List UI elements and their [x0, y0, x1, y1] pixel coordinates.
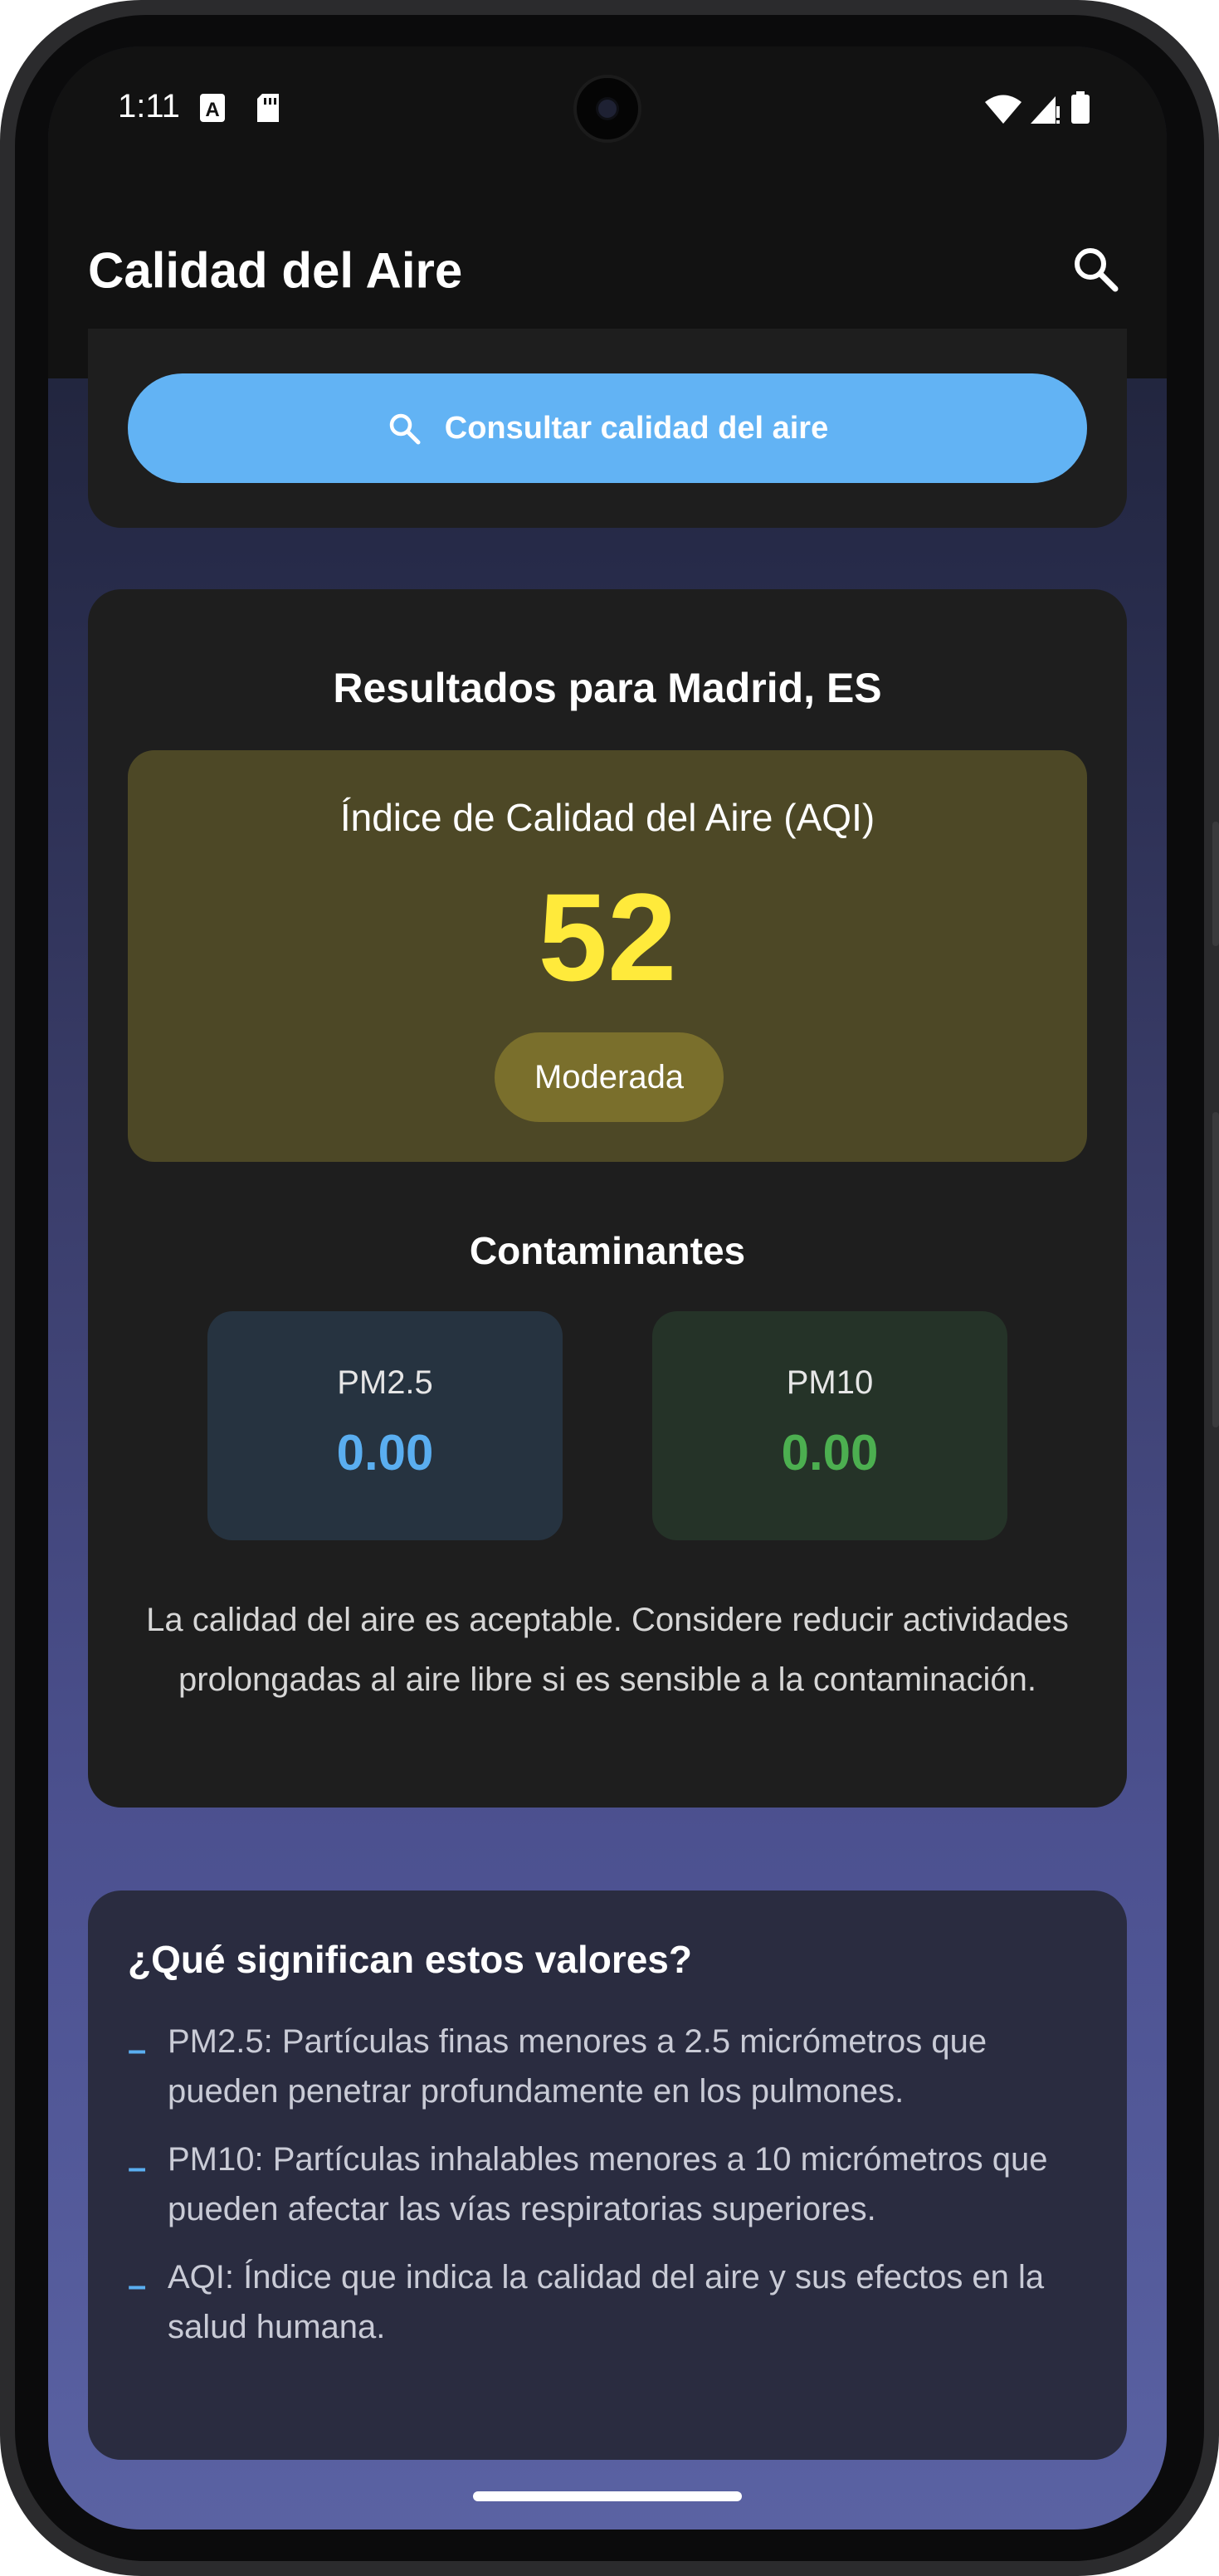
list-item: – PM2.5: Partículas finas menores a 2.5 …: [128, 2017, 1090, 2116]
app-title: Calidad del Aire: [88, 242, 463, 299]
screen: 1:11 A Calidad del Aire Consultar calida…: [48, 46, 1167, 2530]
pollutant-value: 0.00: [336, 1425, 434, 1481]
bullet-dash: –: [128, 2267, 147, 2304]
signal-icon: [1031, 96, 1060, 124]
a-icon: A: [200, 94, 225, 122]
bullet-dash: –: [128, 2032, 147, 2068]
advice-text: La calidad del aire es aceptable. Consid…: [146, 1602, 1069, 1698]
volume-button: [1212, 1112, 1219, 1427]
aqi-label: Índice de Calidad del Aire (AQI): [339, 796, 875, 839]
phone-frame: 1:11 A Calidad del Aire Consultar calida…: [0, 0, 1219, 2576]
info-card: ¿Qué significan estos valores? – PM2.5: …: [88, 1891, 1127, 2460]
query-button[interactable]: Consultar calidad del aire: [128, 373, 1087, 483]
battery-icon: [1071, 91, 1090, 124]
pollutant-card-pm10: PM10 0.00: [652, 1311, 1007, 1540]
info-title: ¿Qué significan estos valores?: [128, 1938, 692, 1981]
home-indicator[interactable]: [473, 2491, 742, 2501]
aqi-value: 52: [538, 867, 677, 1007]
search-icon: [389, 413, 421, 445]
bullet-dash: –: [128, 2149, 147, 2186]
aqi-category-badge: Moderada: [495, 1032, 724, 1122]
list-item: – PM10: Partículas inhalables menores a …: [128, 2134, 1090, 2234]
pollutant-value: 0.00: [781, 1425, 879, 1481]
pollutants-title: Contaminantes: [469, 1229, 746, 1272]
list-item-text: PM2.5: Partículas finas menores a 2.5 mi…: [168, 2023, 987, 2110]
front-camera: [573, 75, 641, 143]
wifi-icon: [985, 95, 1022, 124]
list-item: – AQI: Índice que indica la calidad del …: [128, 2252, 1090, 2352]
list-item-text: PM10: Partículas inhalables menores a 10…: [168, 2141, 1048, 2227]
pollutant-name: PM2.5: [337, 1364, 433, 1401]
pollutant-name: PM10: [786, 1364, 874, 1401]
query-button-label: Consultar calidad del aire: [444, 410, 829, 446]
search-icon[interactable]: [1069, 242, 1122, 295]
list-item-text: AQI: Índice que indica la calidad del ai…: [168, 2259, 1045, 2345]
info-list: – PM2.5: Partículas finas menores a 2.5 …: [128, 2017, 1090, 2370]
sim-card-icon: [257, 94, 279, 122]
svg-text:A: A: [205, 99, 219, 121]
aqi-panel: Índice de Calidad del Aire (AQI) 52 Mode…: [128, 750, 1087, 1162]
results-card: Resultados para Madrid, ES Índice de Cal…: [88, 589, 1127, 1808]
side-button: [1212, 822, 1219, 946]
results-title: Resultados para Madrid, ES: [333, 665, 882, 711]
pollutant-card-pm25: PM2.5 0.00: [207, 1311, 563, 1540]
status-time: 1:11: [118, 88, 180, 124]
